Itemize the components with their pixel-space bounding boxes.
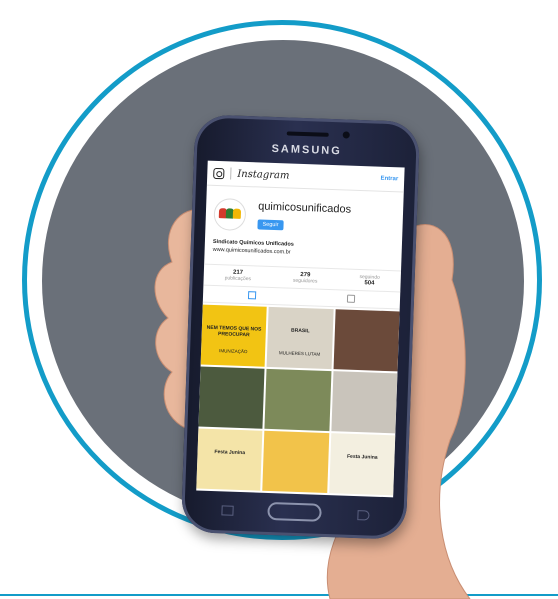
post-caption: BRASIL <box>290 327 310 335</box>
stat-following[interactable]: seguindo 504 <box>359 274 379 287</box>
avatar[interactable] <box>213 197 247 232</box>
profile-username: quimicosunificados <box>257 200 352 216</box>
post-thumbnail[interactable] <box>331 371 398 434</box>
post-subcaption: MULHERES LUTAM <box>278 350 321 357</box>
stat-followers[interactable]: 279 seguidores <box>293 272 318 285</box>
post-caption: Festa Junina <box>346 453 378 461</box>
post-subcaption: IMUNIZAÇÃO <box>219 348 248 355</box>
grid-icon[interactable] <box>248 291 257 300</box>
phone-brand: SAMSUNG <box>271 142 342 158</box>
post-thumbnail[interactable]: BRASIL MULHERES LUTAM <box>266 306 334 370</box>
post-thumbnail[interactable]: Festa Junina <box>196 428 263 491</box>
tagged-icon[interactable] <box>346 294 355 303</box>
front-camera-icon <box>342 131 350 139</box>
post-thumbnail[interactable]: Festa Junina <box>328 433 396 496</box>
phone-screen: Instagram Entrar quimicosunificados Segu… <box>196 160 405 498</box>
post-thumbnail[interactable] <box>262 430 329 494</box>
stat-label: seguidores <box>292 277 318 285</box>
smartphone: SAMSUNG Instagram Entrar quimicosunifica… <box>180 114 421 540</box>
follow-button[interactable]: Seguir <box>257 219 284 231</box>
back-icon[interactable] <box>357 510 370 521</box>
post-thumbnail[interactable] <box>264 368 332 432</box>
stat-value: 504 <box>364 280 375 287</box>
earpiece <box>286 131 329 137</box>
home-button[interactable] <box>267 501 322 522</box>
post-thumbnail[interactable] <box>198 366 265 429</box>
camera-icon[interactable] <box>213 167 225 179</box>
divider <box>230 167 232 180</box>
post-thumbnail[interactable] <box>333 309 400 372</box>
post-thumbnail[interactable]: NEM TEMOS QUE NOS PREOCUPAR IMUNIZAÇÃO <box>200 304 268 367</box>
recent-apps-icon[interactable] <box>221 505 234 516</box>
posts-grid: NEM TEMOS QUE NOS PREOCUPAR IMUNIZAÇÃO B… <box>196 303 400 496</box>
instagram-wordmark: Instagram <box>237 168 290 182</box>
post-caption: NEM TEMOS QUE NOS PREOCUPAR <box>206 324 262 339</box>
profile-header: quimicosunificados Seguir <box>205 186 404 241</box>
post-caption: Festa Junina <box>214 449 246 457</box>
login-link[interactable]: Entrar <box>380 176 398 183</box>
stat-posts[interactable]: 217 publicações <box>224 269 252 283</box>
stat-label: publicações <box>224 275 252 283</box>
